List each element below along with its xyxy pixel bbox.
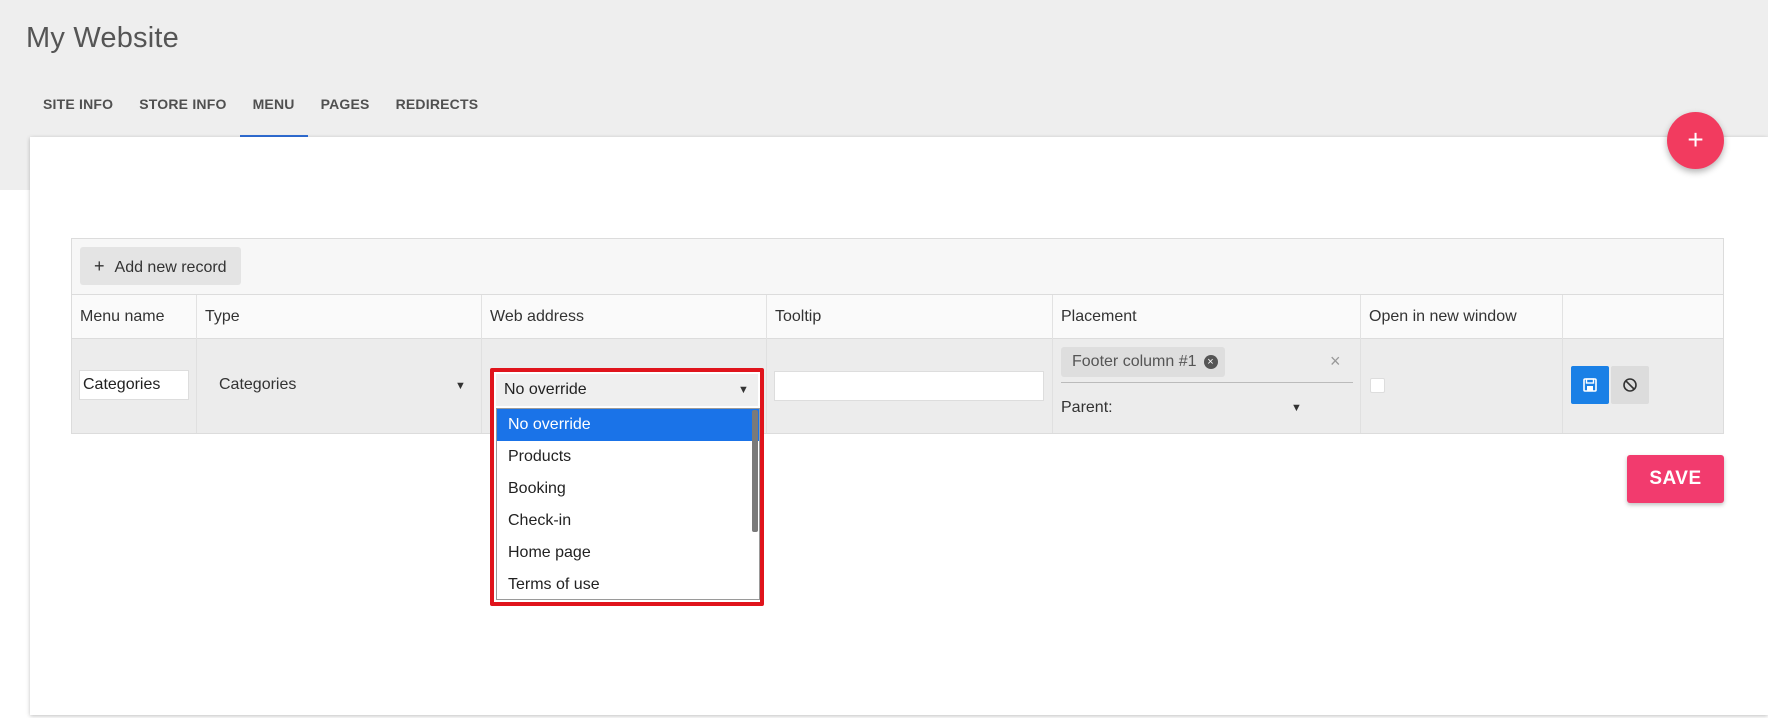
tab-menu[interactable]: MENU xyxy=(239,80,308,138)
web-address-options-list[interactable]: No override Products Booking Check-in Ho… xyxy=(496,408,760,600)
cell-tooltip xyxy=(767,339,1053,433)
table-row: Categories ▼ Footer column #1 × × Parent… xyxy=(72,339,1723,433)
column-header-type: Type xyxy=(197,295,482,339)
option-booking[interactable]: Booking xyxy=(497,473,759,505)
chevron-down-icon[interactable]: ▼ xyxy=(738,374,749,406)
tab-bar: SITE INFO STORE INFO MENU PAGES REDIRECT… xyxy=(30,80,491,138)
add-new-record-label: Add new record xyxy=(114,259,227,276)
tooltip-input[interactable] xyxy=(774,371,1044,401)
tab-pages[interactable]: PAGES xyxy=(308,80,383,138)
tab-redirects[interactable]: REDIRECTS xyxy=(383,80,492,138)
option-no-override[interactable]: No override xyxy=(497,409,759,441)
parent-select[interactable] xyxy=(1111,391,1303,423)
cell-menu-name xyxy=(72,339,197,433)
option-check-in[interactable]: Check-in xyxy=(497,505,759,537)
option-home-page[interactable]: Home page xyxy=(497,537,759,569)
column-header-web-address: Web address xyxy=(482,295,767,339)
option-products[interactable]: Products xyxy=(497,441,759,473)
floppy-disk-icon xyxy=(1583,378,1597,392)
row-save-button[interactable] xyxy=(1571,366,1609,404)
page-title: My Website xyxy=(26,22,179,54)
scrollbar-thumb[interactable] xyxy=(752,410,758,532)
column-header-actions xyxy=(1563,295,1723,339)
menu-name-input[interactable] xyxy=(79,370,189,400)
placement-chip-label: Footer column #1 xyxy=(1072,353,1197,370)
save-button[interactable]: SAVE xyxy=(1627,455,1724,503)
row-cancel-button[interactable] xyxy=(1611,366,1649,404)
chip-remove-icon[interactable]: × xyxy=(1203,355,1218,369)
tab-store-info[interactable]: STORE INFO xyxy=(126,80,239,138)
cancel-icon xyxy=(1623,378,1637,392)
option-terms-of-use[interactable]: Terms of use xyxy=(497,569,759,599)
plus-icon: + xyxy=(94,256,105,276)
column-header-menu-name: Menu name xyxy=(72,295,197,339)
cell-open-new-window xyxy=(1361,339,1563,433)
column-header-tooltip: Tooltip xyxy=(767,295,1053,339)
chevron-down-icon[interactable]: ▼ xyxy=(1291,402,1302,414)
placement-chip: Footer column #1 × xyxy=(1061,347,1225,377)
type-select-value[interactable]: Categories xyxy=(219,376,296,394)
add-new-record-button[interactable]: + Add new record xyxy=(80,247,241,285)
column-header-placement: Placement xyxy=(1053,295,1361,339)
cell-actions xyxy=(1563,339,1723,433)
open-new-window-checkbox[interactable] xyxy=(1370,378,1385,393)
web-address-select[interactable]: No override ▼ xyxy=(496,374,758,406)
cell-placement: Footer column #1 × × Parent: ▼ xyxy=(1053,339,1361,433)
add-fab-button[interactable]: + xyxy=(1667,112,1724,169)
web-address-select-value: No override xyxy=(504,381,587,398)
table-header: Menu name Type Web address Tooltip Place… xyxy=(72,294,1723,339)
chevron-down-icon[interactable]: ▼ xyxy=(455,380,466,392)
column-header-open-new-window: Open in new window xyxy=(1361,295,1563,339)
menu-grid: + Add new record Menu name Type Web addre… xyxy=(71,238,1724,434)
cell-type: Categories ▼ xyxy=(197,339,482,433)
clear-icon[interactable]: × xyxy=(1330,351,1341,372)
tab-site-info[interactable]: SITE INFO xyxy=(30,80,126,138)
web-address-dropdown-highlight: No override ▼ No override Products Booki… xyxy=(490,368,764,606)
grid-toolbar: + Add new record xyxy=(72,239,1723,294)
parent-label: Parent: xyxy=(1061,399,1113,416)
